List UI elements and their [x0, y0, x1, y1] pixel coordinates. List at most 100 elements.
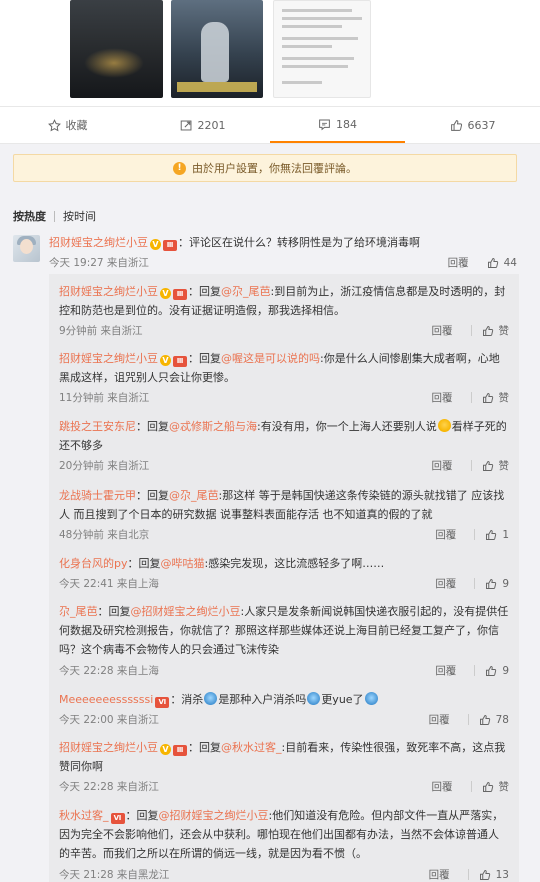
reply-username[interactable]: 跳投之王安东尼: [59, 420, 136, 433]
vip-badge-icon: Ⅲ: [163, 240, 177, 251]
reply-meta: 20分钟前 来自浙江: [59, 460, 150, 472]
reply-button[interactable]: 回覆: [432, 390, 453, 405]
reply-username[interactable]: 龙战骑士霍元甲: [59, 489, 136, 502]
reply-like-count: 赞: [498, 325, 510, 337]
comment-count: 184: [336, 117, 357, 131]
reply-item: 招财婬宝之绚烂小豆 V Ⅲ ：回复@秋水过客_:目前看来，传染性很强，致死率不高，这点…: [49, 738, 509, 793]
avatar[interactable]: [13, 235, 40, 262]
reply-ops: 回覆 赞: [432, 779, 509, 794]
reply-meta: 今天 22:00 来自浙江: [59, 714, 159, 726]
comment-icon: [319, 119, 330, 130]
mention-link[interactable]: @招财婬宝之绚烂小豆: [159, 809, 269, 822]
mention-link[interactable]: @秋水过客_: [221, 741, 282, 754]
reply-button[interactable]: 回覆: [435, 527, 456, 542]
favorite-button[interactable]: 收藏: [0, 107, 135, 143]
thumbs-up-icon: [479, 714, 490, 725]
comment-ops: 回覆 44: [448, 255, 517, 270]
reply-like-button[interactable]: 9: [485, 578, 509, 590]
repost-icon: [180, 120, 191, 130]
notice-text: 由於用户設置，你無法回覆評論。: [192, 162, 357, 175]
thumbs-up-icon: [482, 781, 493, 792]
comment-sort-bar: 按热度 按时间: [13, 208, 96, 224]
vip-badge-icon: Ⅵ: [155, 697, 170, 708]
reply-ops: 回覆 13: [429, 867, 509, 882]
post-image-1[interactable]: [70, 0, 163, 98]
mention-link[interactable]: @哔咕猫: [161, 557, 205, 570]
reply-item: 招财婬宝之绚烂小豆 V Ⅲ ：回复@喔这是可以说的吗:你是什么人间惨剧集大成者啊，心地…: [49, 349, 509, 404]
reply-like-button[interactable]: 赞: [482, 458, 510, 473]
reply-disabled-notice: ! 由於用户設置，你無法回覆評論。: [13, 154, 517, 182]
reply-username[interactable]: 秋水过客_: [59, 809, 109, 822]
reply-prefix: ：回复: [97, 605, 131, 618]
mention-link[interactable]: @尕_尾芭: [221, 285, 271, 298]
ops-separator: [474, 665, 476, 676]
reply-meta: 今天 22:28 来自浙江: [59, 781, 159, 793]
reply-like-button[interactable]: 1: [485, 529, 509, 541]
vip-badge-icon: Ⅵ: [110, 813, 125, 824]
reply-button[interactable]: 回覆: [435, 663, 456, 678]
reply-ops: 回覆 赞: [432, 458, 510, 473]
reply-button[interactable]: 回覆: [435, 576, 456, 591]
reply-button[interactable]: 回覆: [429, 867, 450, 882]
reply-username[interactable]: Meeeeeeessssssi: [59, 693, 153, 706]
mention-link[interactable]: @喔这是可以说的吗: [221, 352, 320, 365]
like-button[interactable]: 6637: [405, 107, 540, 143]
verified-badge-icon: V: [160, 355, 171, 366]
post-action-bar: 收藏 2201 184 6637: [0, 107, 540, 144]
reply-like-button[interactable]: 9: [485, 665, 509, 677]
reply-meta: 48分钟前 来自北京: [59, 529, 150, 541]
comment-button[interactable]: 184: [270, 107, 405, 143]
reply-username[interactable]: 尕_尾芭: [59, 605, 98, 618]
reply-meta: 今天 22:41 来自上海: [59, 578, 159, 590]
reply-prefix: ：回复: [188, 352, 221, 365]
comment-like-button[interactable]: 44: [487, 257, 517, 269]
thumbs-up-icon: [479, 869, 490, 880]
reply-item: 跳投之王安东尼：回复@忒修斯之船与海:有没有用，你一个上海人还要别人说 看样子死的…: [49, 417, 509, 472]
reply-meta: 11分钟前 来自浙江: [59, 392, 150, 404]
thumbs-up-icon: [482, 392, 493, 403]
comment-text: ：评论区在说什么？转移阴性是为了给环境消毒啊: [178, 236, 420, 249]
mention-link[interactable]: @尕_尾芭: [169, 489, 219, 502]
reply-button[interactable]: 回覆: [432, 458, 453, 473]
reply-ops: 回覆 赞: [432, 323, 510, 338]
reply-like-button[interactable]: 赞: [482, 390, 509, 405]
reply-like-button[interactable]: 78: [479, 714, 509, 726]
reply-button[interactable]: 回覆: [448, 255, 469, 270]
comment-username[interactable]: 招财婬宝之绚烂小豆: [49, 236, 148, 249]
reply-text-continued: 更yue了: [321, 693, 364, 706]
reply-like-button[interactable]: 13: [479, 869, 509, 881]
reply-username[interactable]: 招财婬宝之绚烂小豆: [59, 741, 158, 754]
reply-like-button[interactable]: 赞: [482, 323, 510, 338]
reply-meta: 9分钟前 来自浙江: [59, 325, 143, 337]
mention-link[interactable]: @招财婬宝之绚烂小豆: [131, 605, 241, 618]
reply-like-count: 赞: [498, 460, 510, 472]
post-image-3[interactable]: [273, 0, 371, 98]
reply-like-count: 9: [502, 577, 509, 590]
verified-badge-icon: V: [160, 744, 171, 755]
repost-count: 2201: [197, 118, 226, 132]
ops-separator: [467, 714, 469, 725]
ops-separator: [470, 460, 472, 471]
sort-by-hot-tab[interactable]: 按热度: [13, 208, 46, 224]
reply-list: 招财婬宝之绚烂小豆 V Ⅲ ：回复@尕_尾芭:到目前为止，浙江疫情信息都是及时透明的，…: [49, 274, 519, 882]
repost-button[interactable]: 2201: [135, 107, 270, 143]
reply-ops: 回覆 9: [435, 663, 509, 678]
reply-username[interactable]: 招财婬宝之绚烂小豆: [59, 285, 158, 298]
sort-separator: [54, 210, 55, 222]
reply-username[interactable]: 化身台风的py: [59, 557, 128, 570]
reply-button[interactable]: 回覆: [432, 323, 453, 338]
verified-badge-icon: V: [150, 239, 161, 250]
like-count: 6637: [467, 118, 496, 132]
reply-text: 是那种入户消杀吗: [218, 693, 307, 706]
reply-button[interactable]: 回覆: [432, 779, 453, 794]
ops-separator: [474, 578, 476, 589]
reply-button[interactable]: 回覆: [429, 712, 450, 727]
reply-username[interactable]: 招财婬宝之绚烂小豆: [59, 352, 158, 365]
comment-meta: 今天 19:27 来自浙江: [49, 257, 149, 269]
mention-link[interactable]: @忒修斯之船与海: [169, 420, 257, 433]
thumbs-up-icon: [450, 119, 462, 131]
post-image-2[interactable]: [171, 0, 263, 98]
comment-like-count: 44: [503, 256, 517, 269]
reply-like-button[interactable]: 赞: [482, 779, 509, 794]
sort-by-time-tab[interactable]: 按时间: [63, 208, 96, 224]
